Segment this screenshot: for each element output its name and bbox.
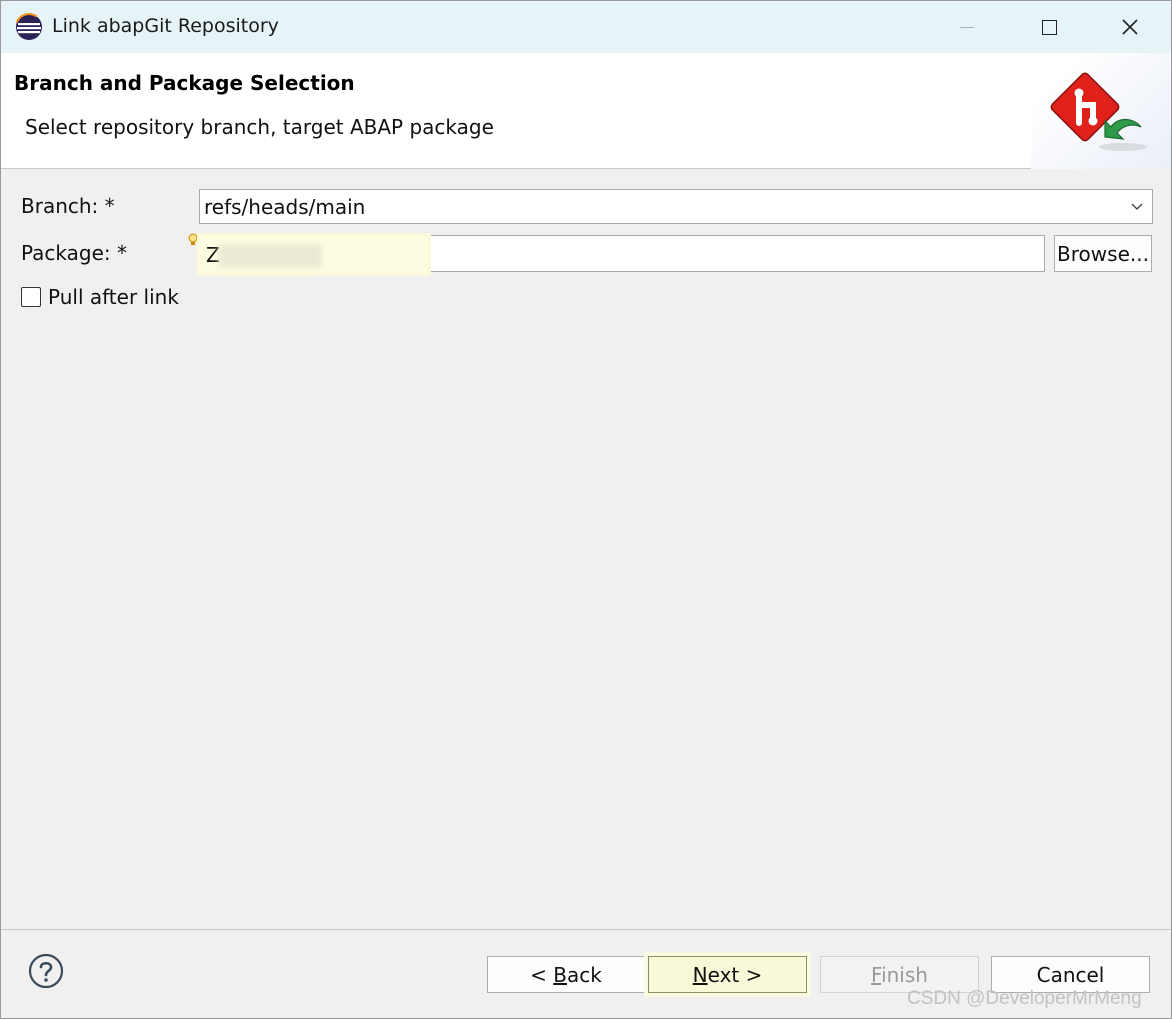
- help-icon[interactable]: [28, 953, 64, 989]
- page-description: Select repository branch, target ABAP pa…: [25, 115, 494, 139]
- maximize-icon: [1041, 19, 1057, 35]
- pull-after-link-option[interactable]: Pull after link: [21, 284, 179, 310]
- next-button-label: Next >: [692, 962, 763, 987]
- package-label: Package: *: [21, 241, 127, 265]
- branch-value: refs/heads/main: [204, 195, 366, 219]
- next-button[interactable]: Next >: [648, 956, 807, 993]
- back-button[interactable]: < Back: [487, 956, 645, 993]
- minimize-button[interactable]: [941, 7, 993, 47]
- window-title: Link abapGit Repository: [52, 15, 279, 37]
- branch-dropdown[interactable]: refs/heads/main: [199, 189, 1153, 224]
- finish-button-label: Finish: [871, 962, 928, 987]
- package-input[interactable]: Z: [199, 235, 1045, 273]
- minimize-icon: [960, 26, 974, 28]
- pull-after-link-label: Pull after link: [48, 285, 179, 309]
- eclipse-icon: [15, 13, 43, 41]
- dialog-window: Link abapGit Repository Branch and Packa…: [0, 0, 1172, 1019]
- redacted-text: [218, 244, 322, 268]
- finish-mnemonic: F: [871, 962, 882, 987]
- pull-after-link-checkbox[interactable]: [21, 287, 41, 307]
- maximize-button[interactable]: [1023, 7, 1075, 47]
- browse-button[interactable]: Browse...: [1054, 235, 1152, 272]
- close-icon: [1122, 19, 1138, 35]
- back-mnemonic: B: [553, 962, 567, 987]
- next-mnemonic: N: [692, 962, 708, 987]
- wizard-header: Branch and Package Selection Select repo…: [1, 53, 1171, 169]
- chevron-down-icon: [1131, 203, 1143, 210]
- footer-divider: [1, 929, 1171, 930]
- watermark: CSDN @DeveloperMrMeng: [907, 988, 1142, 1009]
- close-button[interactable]: [1104, 7, 1156, 47]
- abapgit-link-icon: [1050, 72, 1147, 151]
- branch-label: Branch: *: [21, 194, 115, 218]
- lightbulb-icon: [188, 233, 198, 245]
- page-title: Branch and Package Selection: [14, 71, 355, 95]
- title-bar[interactable]: Link abapGit Repository: [1, 1, 1171, 53]
- back-button-label: < Back: [530, 962, 602, 987]
